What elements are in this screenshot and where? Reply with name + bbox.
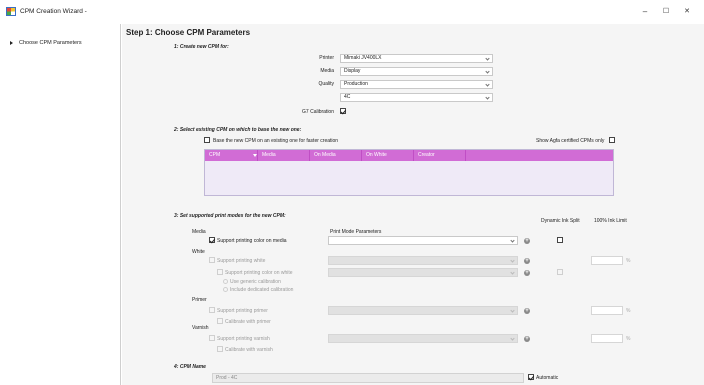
g7-calibration-checkbox[interactable]	[340, 108, 346, 114]
white-ink-limit-input[interactable]	[591, 256, 623, 265]
chevron-down-icon	[485, 82, 490, 87]
chevron-down-icon	[485, 56, 490, 61]
support-color-media-label: Support printing color on media	[217, 238, 287, 244]
quality-select[interactable]: Production	[340, 80, 493, 89]
column-header-creator[interactable]: Creator	[414, 150, 466, 161]
column-header-on-media[interactable]: On Media	[310, 150, 362, 161]
include-dedicated-calibration-label: Include dedicated calibration	[230, 287, 294, 293]
primer-ink-limit-input[interactable]	[591, 306, 623, 315]
sidebar-item-label: Choose CPM Parameters	[19, 40, 82, 46]
media-label: Media	[320, 68, 334, 74]
cpm-name-field[interactable]: Prod - 4C	[212, 373, 524, 383]
close-button[interactable]: ✕	[682, 7, 692, 17]
calibrate-primer-checkbox[interactable]	[217, 318, 223, 324]
show-agfa-checkbox[interactable]	[609, 137, 615, 143]
dynamic-ink-split-media-checkbox[interactable]	[557, 237, 563, 243]
support-varnish-label: Support printing varnish	[217, 336, 270, 342]
add-icon[interactable]: +	[524, 237, 530, 244]
support-white-label: Support printing white	[217, 258, 266, 264]
use-generic-calibration-label: Use generic calibration	[230, 279, 281, 285]
app-icon	[6, 7, 16, 16]
printer-label: Printer	[319, 55, 334, 61]
media-select[interactable]: Display	[340, 67, 493, 76]
colorset-value: 4C	[344, 94, 351, 100]
support-color-white-label: Support printing color on white	[225, 270, 293, 276]
show-agfa-label: Show Agfa certified CPMs only	[536, 138, 605, 144]
quality-label: Quality	[318, 81, 334, 87]
step-title: Step 1: Choose CPM Parameters	[126, 28, 251, 37]
column-header-cpm[interactable]: CPM	[205, 150, 258, 161]
title-bar: CPM Creation Wizard - – ☐ ✕	[0, 0, 704, 24]
g7-calibration-label: G7 Calibration	[302, 109, 334, 115]
filter-icon[interactable]	[253, 154, 257, 157]
percent-label: %	[626, 308, 631, 314]
add-icon[interactable]: +	[524, 307, 530, 314]
base-existing-label: Base the new CPM on an existing one for …	[213, 138, 339, 144]
support-primer-checkbox[interactable]	[209, 307, 215, 313]
dynamic-ink-split-header: Dynamic Ink Split	[541, 218, 580, 224]
sidebar-arrow-icon	[10, 41, 13, 45]
chevron-down-icon	[510, 336, 515, 341]
media-value: Display	[344, 68, 361, 74]
dynamic-ink-split-white-checkbox[interactable]	[557, 269, 563, 275]
support-color-white-checkbox[interactable]	[217, 269, 223, 275]
maximize-button[interactable]: ☐	[661, 7, 671, 17]
add-icon[interactable]: +	[524, 335, 530, 342]
window-title: CPM Creation Wizard -	[20, 8, 87, 15]
calibrate-varnish-checkbox[interactable]	[217, 346, 223, 352]
varnish-print-mode-select[interactable]	[328, 334, 518, 343]
add-icon[interactable]: +	[524, 257, 530, 264]
section1-title: 1: Create new CPM for:	[174, 44, 229, 50]
cpm-table-header: CPM Media On Media On White Creator	[205, 150, 613, 161]
media-print-mode-select[interactable]	[328, 236, 518, 245]
add-icon[interactable]: +	[524, 269, 530, 276]
chevron-down-icon	[510, 270, 515, 275]
calibrate-primer-label: Calibrate with primer	[225, 319, 271, 325]
cpm-table[interactable]: CPM Media On Media On White Creator	[204, 149, 614, 196]
chevron-down-icon	[485, 95, 490, 100]
section2-title: 2: Select existing CPM on which to base …	[174, 127, 302, 133]
column-header-on-white[interactable]: On White	[362, 150, 414, 161]
support-primer-label: Support printing primer	[217, 308, 268, 314]
printer-select[interactable]: Mimaki JV400LX	[340, 54, 493, 63]
include-dedicated-calibration-radio[interactable]	[223, 287, 228, 292]
automatic-name-label: Automatic	[536, 375, 559, 381]
minimize-button[interactable]: –	[640, 7, 650, 17]
use-generic-calibration-radio[interactable]	[223, 279, 228, 284]
color-white-print-mode-select[interactable]	[328, 268, 518, 277]
wizard-main-panel: Step 1: Choose CPM Parameters 1: Create …	[122, 24, 704, 385]
calibrate-varnish-label: Calibrate with varnish	[225, 347, 273, 353]
varnish-group-label: Varnish	[192, 325, 209, 331]
percent-label: %	[626, 336, 631, 342]
section4-title: 4: CPM Name	[174, 364, 206, 370]
white-print-mode-select[interactable]	[328, 256, 518, 265]
ink-limit-header: 100% Ink Limit	[594, 218, 627, 224]
colorset-select[interactable]: 4C	[340, 93, 493, 102]
percent-label: %	[626, 258, 631, 264]
primer-print-mode-select[interactable]	[328, 306, 518, 315]
support-varnish-checkbox[interactable]	[209, 335, 215, 341]
section3-title: 3: Set supported print modes for the new…	[174, 213, 286, 219]
automatic-name-checkbox[interactable]	[528, 374, 534, 380]
wizard-sidebar: Choose CPM Parameters	[0, 24, 121, 385]
chevron-down-icon	[485, 69, 490, 74]
varnish-ink-limit-input[interactable]	[591, 334, 623, 343]
print-mode-parameters-header: Print Mode Parameters	[330, 229, 382, 235]
chevron-down-icon	[510, 308, 515, 313]
support-color-media-checkbox[interactable]	[209, 237, 215, 243]
chevron-down-icon	[510, 258, 515, 263]
column-header-media[interactable]: Media	[258, 150, 310, 161]
chevron-down-icon	[510, 238, 515, 243]
white-group-label: White	[192, 249, 205, 255]
primer-group-label: Primer	[192, 297, 207, 303]
quality-value: Production	[344, 81, 368, 87]
support-white-checkbox[interactable]	[209, 257, 215, 263]
base-existing-checkbox[interactable]	[204, 137, 210, 143]
printer-value: Mimaki JV400LX	[344, 55, 382, 61]
media-group-label: Media	[192, 229, 206, 235]
